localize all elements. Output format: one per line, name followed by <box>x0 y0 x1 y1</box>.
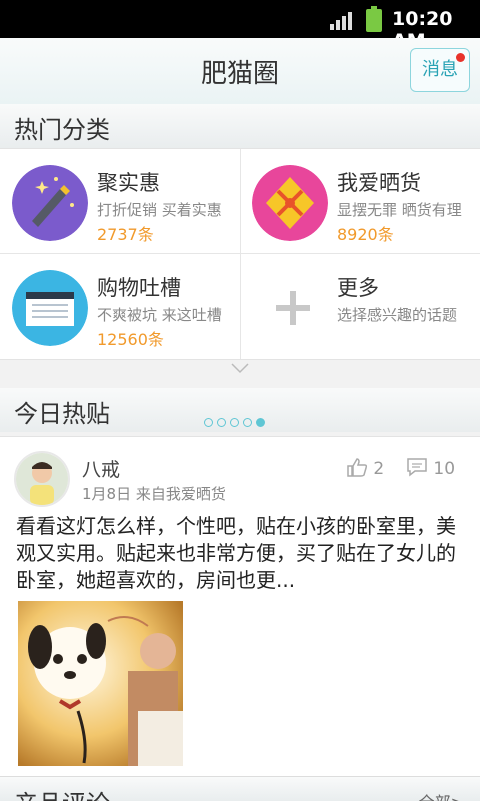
messages-button[interactable]: 消息 <box>410 48 470 92</box>
category-desc: 选择感兴趣的话题 <box>337 306 458 324</box>
section-title: 热门分类 <box>14 116 110 144</box>
category-name: 购物吐槽 <box>97 276 181 300</box>
app-header: 肥猫圈 消息 <box>0 38 480 105</box>
view-all-link[interactable]: 全部> <box>419 789 464 801</box>
status-bar: 10:20 AM <box>0 0 480 52</box>
category-complaints[interactable]: 购物吐槽 不爽被坑 来这吐槽 12560条 <box>0 254 240 358</box>
messages-button-label: 消息 <box>422 59 458 80</box>
unread-dot-icon <box>456 53 465 62</box>
gift-box-icon <box>252 165 328 241</box>
product-reviews-header: 产品评论 全部> <box>0 776 480 801</box>
magic-wand-icon <box>12 165 88 241</box>
like-count: 2 <box>373 459 385 479</box>
page-dot <box>243 418 252 427</box>
category-desc: 显摆无罪 晒货有理 <box>337 201 462 219</box>
category-show-off[interactable]: 我爱晒货 显摆无罪 晒货有理 8920条 <box>240 149 480 253</box>
category-count: 12560条 <box>97 330 164 349</box>
post-author[interactable]: 八戒 <box>82 455 120 482</box>
hot-post-card[interactable]: 八戒 1月8日 来自我爱晒货 2 10 看看这灯怎么样，个性吧，贴在小孩的卧室里… <box>0 436 480 777</box>
category-desc: 打折促销 买着实惠 <box>97 201 222 219</box>
comment-icon <box>407 458 427 477</box>
page-dot-active <box>256 418 265 427</box>
comment-count: 10 <box>433 459 456 479</box>
category-name: 更多 <box>337 276 379 300</box>
chevron-down-icon[interactable] <box>230 362 250 374</box>
comment-button[interactable]: 10 <box>406 457 455 479</box>
page-title: 肥猫圈 <box>200 59 279 89</box>
post-text[interactable]: 看看这灯怎么样，个性吧，贴在小孩的卧室里，美观又实用。贴起来也非常方便，买了贴在… <box>16 513 466 594</box>
page-dot <box>217 418 226 427</box>
puppy-lamp-photo-icon <box>18 601 183 766</box>
category-name: 聚实惠 <box>97 171 160 195</box>
category-desc: 不爽被坑 来这吐槽 <box>97 306 222 324</box>
page-dot <box>204 418 213 427</box>
thumbs-up-icon <box>347 458 368 477</box>
category-deals[interactable]: 聚实惠 打折促销 买着实惠 2737条 <box>0 149 240 253</box>
like-button[interactable]: 2 <box>346 457 384 479</box>
carousel-indicator <box>204 412 269 427</box>
plus-icon <box>276 291 310 325</box>
signal-icon <box>330 12 352 30</box>
browser-window-icon <box>12 270 88 346</box>
today-hot-header: 今日热贴 <box>0 388 480 432</box>
post-meta: 1月8日 来自我爱晒货 <box>82 485 226 503</box>
category-count: 2737条 <box>97 225 154 244</box>
section-title: 产品评论 <box>14 784 110 801</box>
child-avatar-icon <box>16 453 68 505</box>
battery-icon <box>366 6 382 32</box>
section-title: 今日热贴 <box>14 400 110 428</box>
page-dot <box>230 418 239 427</box>
category-count: 8920条 <box>337 225 394 244</box>
avatar[interactable] <box>14 451 70 507</box>
post-photo[interactable] <box>18 601 183 766</box>
category-name: 我爱晒货 <box>337 171 421 195</box>
hot-categories-header: 热门分类 <box>0 104 480 148</box>
category-grid: 聚实惠 打折促销 买着实惠 2737条 我爱晒货 显摆无罪 晒货有理 8920条… <box>0 148 480 360</box>
